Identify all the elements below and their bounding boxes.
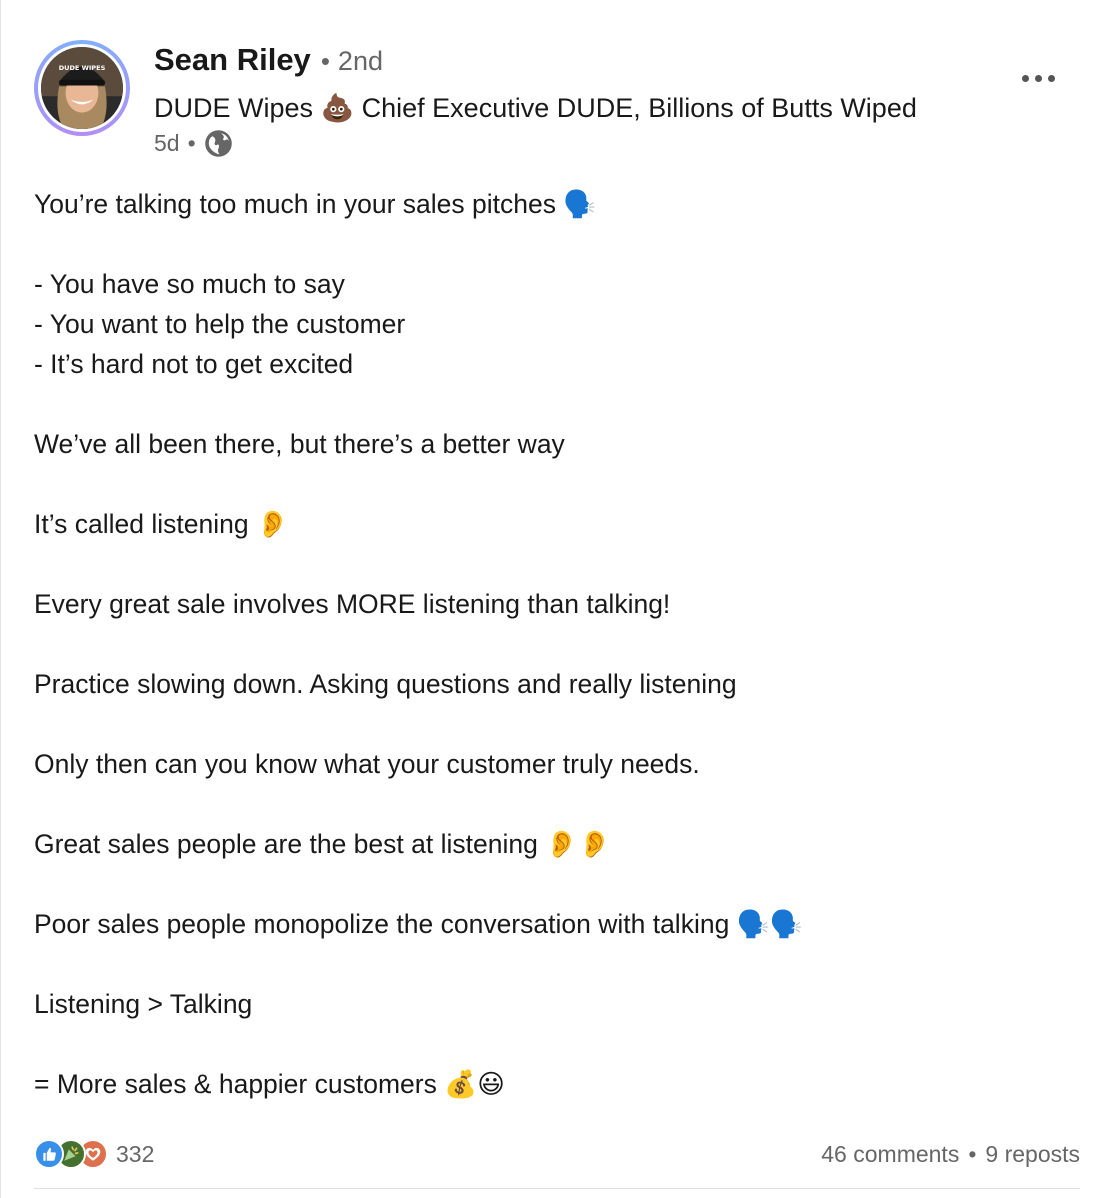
post-line: - You want to help the customer	[34, 309, 406, 339]
avatar-illustration: DUDE WIPES	[41, 47, 123, 129]
comments-count-link[interactable]: 46 comments	[821, 1141, 959, 1168]
reaction-count: 332	[116, 1140, 155, 1167]
ellipsis-icon-dot	[1047, 74, 1055, 82]
post-line: - It’s hard not to get excited	[34, 349, 354, 379]
author-name[interactable]: Sean Riley	[154, 42, 311, 78]
post-line-blank	[34, 944, 1084, 984]
engagement-counts: 46 comments • 9 reposts	[821, 1141, 1080, 1168]
time-separator: •	[187, 130, 196, 156]
connection-degree: 2nd	[337, 46, 383, 76]
post-line: Poor sales people monopolize the convers…	[34, 909, 803, 939]
post-line-blank	[34, 544, 1084, 584]
post-card: DUDE WIPES Sean Riley • 2nd DUDE Wipes 💩…	[0, 0, 1108, 1198]
social-divider	[34, 1188, 1080, 1189]
post-line-blank	[34, 224, 1084, 264]
avatar-cap-text: DUDE WIPES	[59, 64, 106, 72]
avatar-photo: DUDE WIPES	[38, 44, 126, 132]
post-body: You’re talking too much in your sales pi…	[34, 184, 1084, 1104]
degree-separator: •	[320, 46, 330, 76]
post-line-blank	[34, 864, 1084, 904]
more-options-button[interactable]	[1011, 64, 1065, 92]
counts-separator: •	[968, 1140, 977, 1167]
ellipsis-icon-dot	[1034, 74, 1042, 82]
post-line: Every great sale involves MORE listening…	[34, 589, 671, 619]
globe-icon	[204, 130, 232, 157]
reactions-summary[interactable]: 332	[34, 1139, 154, 1169]
reposts-count-link[interactable]: 9 reposts	[985, 1141, 1080, 1168]
post-line-blank	[34, 784, 1084, 824]
post-line-blank	[34, 464, 1084, 504]
post-line-blank	[34, 384, 1084, 424]
post-line: We’ve all been there, but there’s a bett…	[34, 429, 565, 459]
author-line: Sean Riley • 2nd	[154, 42, 383, 78]
post-line: Practice slowing down. Asking questions …	[34, 669, 737, 699]
reaction-icons	[34, 1139, 108, 1169]
like-icon	[34, 1139, 64, 1169]
post-line: It’s called listening 👂	[34, 509, 289, 539]
post-line: = More sales & happier customers 💰😃	[34, 1069, 505, 1099]
post-line: Only then can you know what your custome…	[34, 749, 700, 779]
post-line: Great sales people are the best at liste…	[34, 829, 612, 859]
post-line-blank	[34, 704, 1084, 744]
post-line: Listening > Talking	[34, 989, 253, 1019]
post-line: You’re talking too much in your sales pi…	[34, 189, 597, 219]
post-line-blank	[34, 624, 1084, 664]
author-headline: DUDE Wipes 💩 Chief Executive DUDE, Billi…	[154, 93, 917, 123]
ellipsis-icon-dot	[1021, 74, 1029, 82]
author-avatar[interactable]: DUDE WIPES	[34, 40, 130, 136]
post-line: - You have so much to say	[34, 269, 345, 299]
post-time: 5d	[154, 130, 180, 156]
post-line-blank	[34, 1024, 1084, 1064]
social-counts: 332 46 comments • 9 reposts	[34, 1134, 1080, 1174]
post-meta: 5d •	[154, 129, 233, 158]
